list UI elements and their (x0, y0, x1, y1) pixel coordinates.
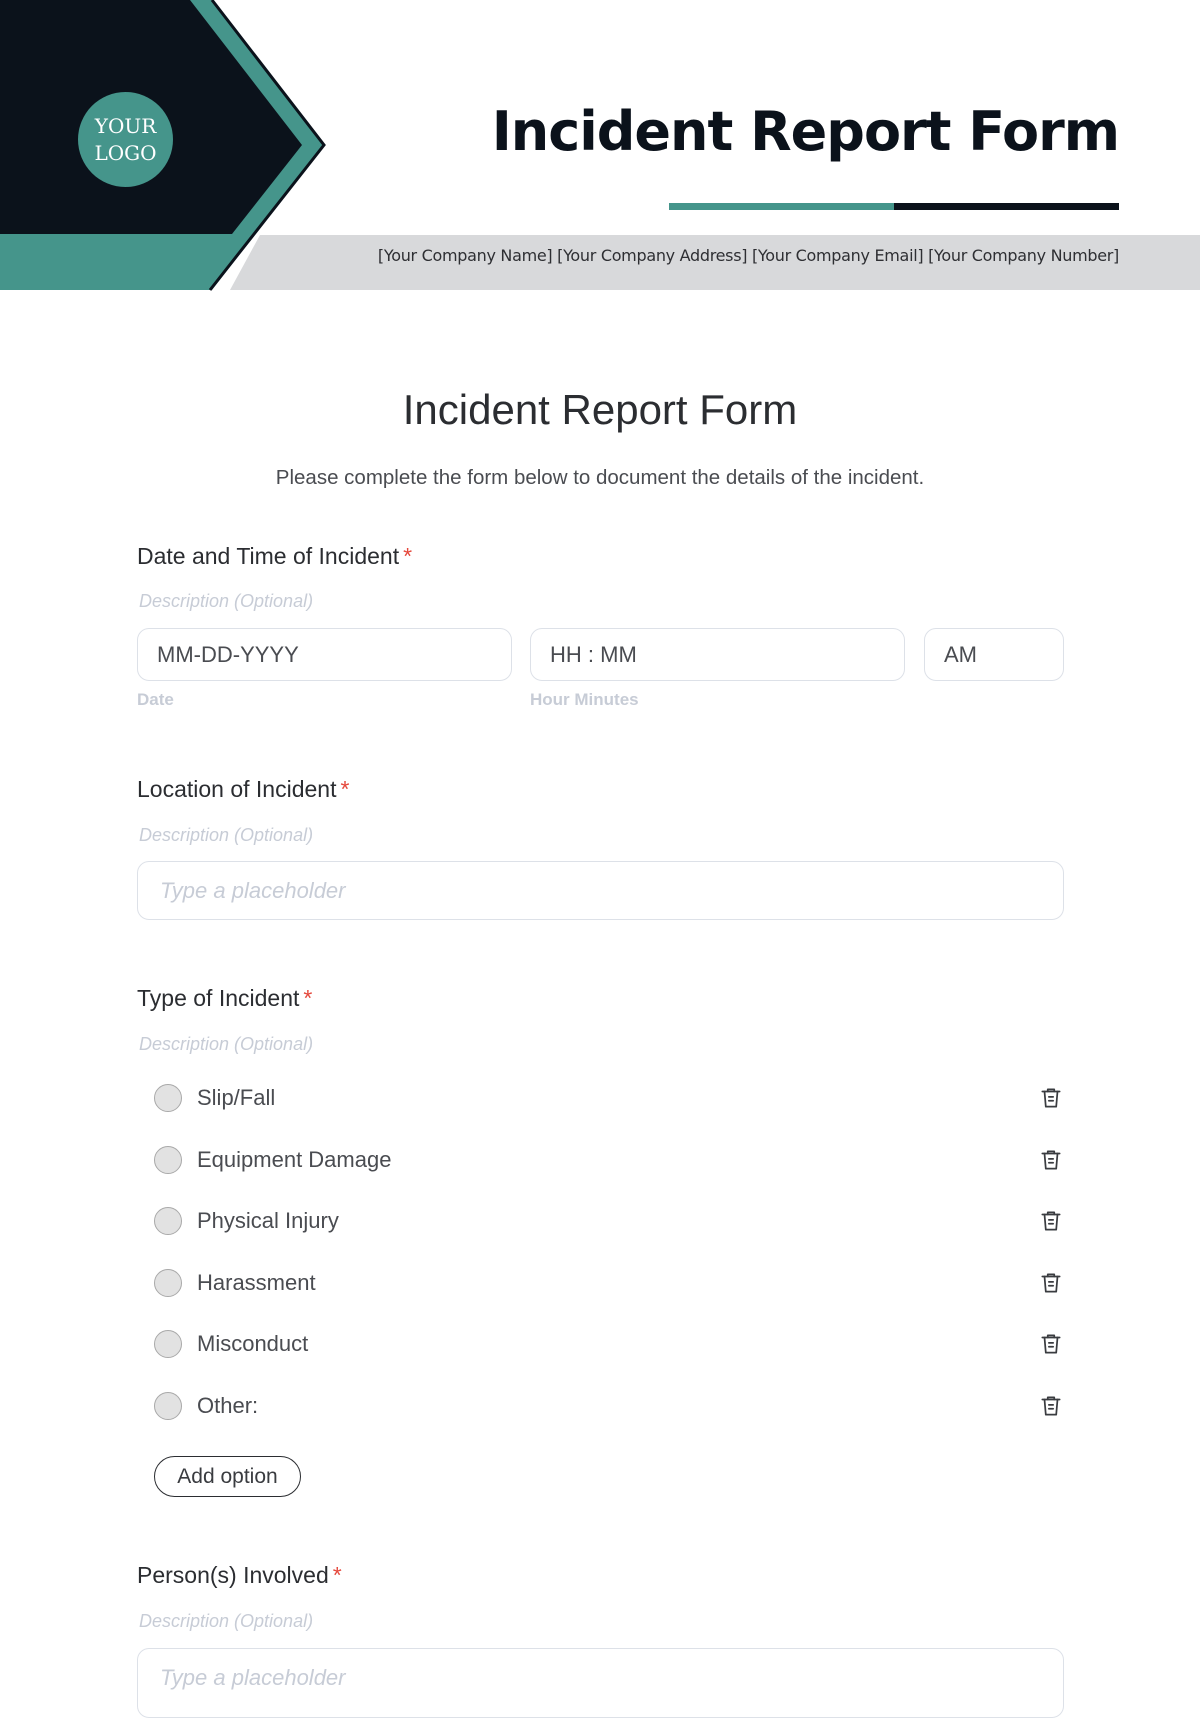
radio-button[interactable] (154, 1207, 182, 1235)
option-row[interactable]: Slip/Fall (154, 1080, 1064, 1116)
persons-input[interactable]: Type a placeholder (137, 1648, 1064, 1718)
question-label-text: Person(s) Involved (137, 1562, 329, 1588)
date-sublabel: Date (137, 690, 174, 709)
company-logo: YOUR LOGO (78, 92, 173, 187)
trash-icon[interactable] (1038, 1208, 1064, 1234)
question-description[interactable]: Description (Optional) (139, 1611, 313, 1632)
underline-dark-segment (894, 203, 1119, 210)
question-label-text: Type of Incident (137, 985, 300, 1011)
question-label-text: Date and Time of Incident (137, 543, 400, 569)
required-asterisk: * (340, 776, 350, 802)
question-label-persons: Person(s) Involved * (137, 1562, 342, 1589)
ampm-select[interactable]: AM (924, 628, 1064, 681)
time-sublabel: Hour Minutes (530, 690, 639, 709)
question-label-type: Type of Incident * (137, 985, 312, 1012)
time-input[interactable]: HH : MM (530, 628, 905, 681)
required-asterisk: * (303, 985, 313, 1011)
question-description[interactable]: Description (Optional) (139, 591, 313, 612)
trash-icon[interactable] (1038, 1270, 1064, 1296)
radio-button[interactable] (154, 1391, 182, 1420)
option-row[interactable]: Equipment Damage (154, 1142, 1064, 1178)
radio-button[interactable] (154, 1268, 182, 1297)
company-info: [Your Company Name] [Your Company Addres… (377, 246, 1119, 265)
question-description[interactable]: Description (Optional) (139, 1034, 313, 1055)
logo-line-1: YOUR (94, 113, 157, 138)
option-label[interactable]: Harassment (197, 1270, 316, 1296)
form-title: Incident Report Form (402, 386, 798, 433)
radio-button[interactable] (154, 1145, 182, 1174)
trash-icon[interactable] (1038, 1331, 1064, 1357)
option-label[interactable]: Other: (197, 1393, 258, 1419)
option-label[interactable]: Misconduct (197, 1331, 308, 1357)
location-input[interactable]: Type a placeholder (137, 861, 1064, 920)
option-label[interactable]: Physical Injury (197, 1208, 339, 1234)
required-asterisk: * (403, 543, 413, 569)
radio-button[interactable] (154, 1084, 182, 1112)
option-label[interactable]: Equipment Damage (197, 1147, 391, 1173)
question-description[interactable]: Description (Optional) (139, 825, 313, 846)
question-label-text: Location of Incident (137, 776, 337, 802)
date-input[interactable]: MM-DD-YYYY (137, 628, 512, 681)
page-header: YOUR LOGO Incident Report Form [Your Com… (0, 0, 1200, 295)
trash-icon[interactable] (1038, 1393, 1064, 1419)
title-underline (669, 203, 1119, 210)
radio-button[interactable] (154, 1330, 182, 1358)
logo-line-2: LOGO (94, 140, 157, 165)
option-row[interactable]: Physical Injury (154, 1203, 1064, 1239)
option-row[interactable]: Misconduct (154, 1326, 1064, 1362)
underline-teal-segment (669, 203, 894, 210)
option-label[interactable]: Slip/Fall (197, 1085, 275, 1111)
question-label-date-time: Date and Time of Incident * (137, 543, 412, 570)
option-row[interactable]: Other: (154, 1388, 1064, 1424)
trash-icon[interactable] (1038, 1085, 1064, 1111)
required-asterisk: * (332, 1562, 342, 1588)
trash-icon[interactable] (1038, 1147, 1064, 1173)
header-title: Incident Report Form (491, 100, 1120, 163)
question-label-location: Location of Incident * (137, 776, 349, 803)
form-subtitle: Please complete the form below to docume… (275, 466, 925, 489)
add-option-button[interactable]: Add option (154, 1456, 301, 1497)
option-row[interactable]: Harassment (154, 1265, 1064, 1301)
